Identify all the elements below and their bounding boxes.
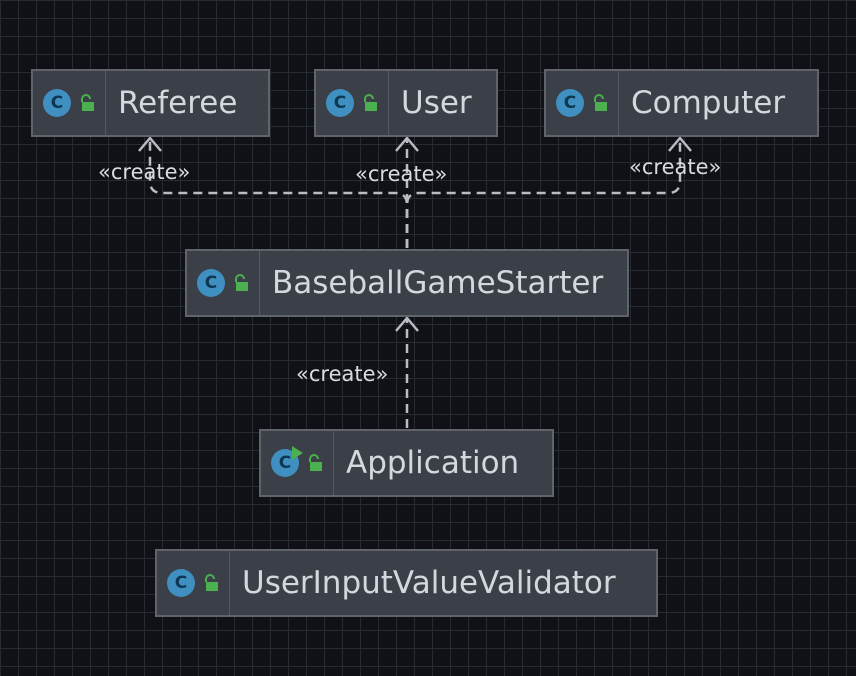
run-marker-icon [292, 446, 303, 460]
public-lock-icon [309, 454, 322, 471]
class-node-referee[interactable]: C Referee [31, 69, 270, 137]
class-name-user: User [401, 85, 472, 121]
uml-class-diagram: «create» «create» «create» «create» C Re… [0, 0, 856, 676]
edge-label-create-starter: «create» [296, 362, 389, 386]
class-node-user[interactable]: C User [314, 69, 498, 137]
class-name-user-input-value-validator: UserInputValueValidator [242, 565, 616, 601]
class-name-baseball-game-starter: BaseballGameStarter [272, 265, 604, 301]
public-lock-icon [594, 94, 607, 111]
arrowhead-computer [668, 136, 692, 152]
edge-label-create-computer: «create» [629, 155, 722, 179]
public-lock-icon [81, 94, 94, 111]
class-node-computer[interactable]: C Computer [544, 69, 819, 137]
arrowhead-user [395, 136, 419, 152]
class-node-user-input-value-validator[interactable]: C UserInputValueValidator [155, 549, 658, 617]
class-icon: C [43, 89, 71, 117]
public-lock-icon [205, 574, 218, 591]
class-icon: C [197, 269, 225, 297]
edge-starter-to-referee [148, 138, 409, 248]
class-icon: C [556, 89, 584, 117]
edge-label-create-user: «create» [355, 162, 448, 186]
class-name-computer: Computer [631, 85, 786, 121]
arrowhead-starter [395, 316, 419, 332]
class-node-application[interactable]: C Application [259, 429, 554, 497]
class-name-referee: Referee [118, 85, 238, 121]
edge-label-create-referee: «create» [98, 160, 191, 184]
public-lock-icon [364, 94, 377, 111]
public-lock-icon [235, 274, 248, 291]
runnable-class-icon: C [271, 446, 303, 477]
class-node-baseball-game-starter[interactable]: C BaseballGameStarter [185, 249, 629, 317]
arrowhead-referee [138, 136, 162, 152]
class-icon: C [326, 89, 354, 117]
class-name-application: Application [346, 445, 520, 481]
class-icon: C [167, 569, 195, 597]
